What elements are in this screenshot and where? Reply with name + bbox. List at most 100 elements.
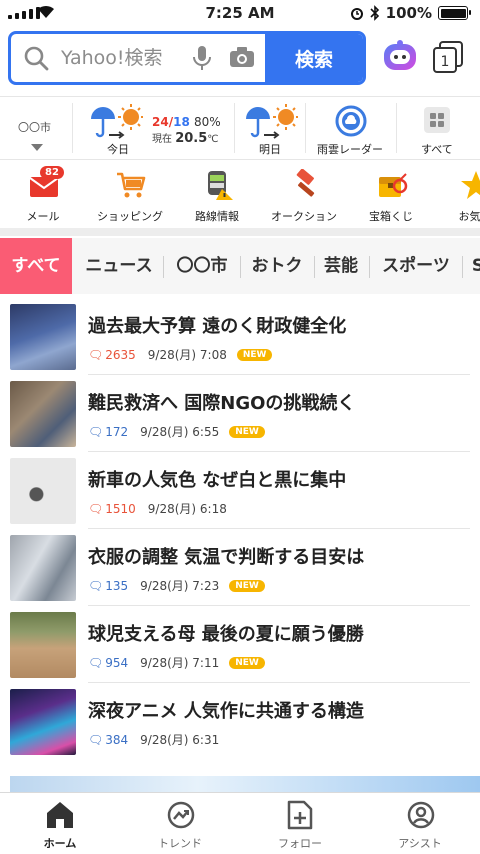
search-input[interactable]: [61, 34, 191, 82]
comment-count: 🗨 1510: [88, 501, 136, 516]
news-thumbnail: [10, 304, 76, 370]
news-thumbnail: [10, 689, 76, 755]
tab-city[interactable]: 〇〇市: [169, 238, 235, 294]
news-item[interactable]: 衣服の調整 気温で判断する目安は 🗨 135 9/28(月) 7:23 NEW: [0, 529, 480, 606]
home-icon: [47, 802, 73, 828]
news-title: 球児支える母 最後の夏に願う優勝: [88, 624, 364, 645]
section-divider: [0, 228, 480, 236]
category-tabs: すべて ニュース 〇〇市 おトク 芸能 スポーツ S: [0, 238, 480, 294]
news-date: 9/28(月) 7:08: [147, 348, 227, 362]
nav-assist[interactable]: アシスト: [360, 793, 480, 854]
comment-icon: 🗨: [88, 347, 104, 362]
tab-news[interactable]: ニュース: [79, 238, 159, 294]
news-meta: 🗨 384 9/28(月) 6:31: [88, 731, 219, 748]
comment-icon: 🗨: [88, 732, 104, 747]
new-badge: NEW: [229, 579, 265, 592]
news-date: 9/28(月) 6:18: [147, 502, 227, 516]
news-meta: 🗨 1510 9/28(月) 6:18: [88, 500, 227, 517]
today-label: 今日: [107, 143, 129, 156]
nav-label: ホーム: [43, 837, 77, 850]
nav-label: トレンド: [158, 837, 202, 850]
tomorrow-label: 明日: [259, 143, 281, 156]
bottom-navigation: ホーム トレンド フォロー アシスト: [0, 792, 480, 854]
star-icon: [461, 171, 480, 199]
comment-icon: 🗨: [88, 655, 104, 670]
news-title: 新車の人気色 なぜ白と黒に集中: [88, 470, 347, 491]
weather-all[interactable]: すべて: [397, 97, 480, 159]
radar-label: 雨雲レーダー: [317, 143, 383, 156]
grid-icon: [424, 107, 450, 133]
alarm-icon: [350, 8, 363, 20]
tab-switcher-icon[interactable]: 1: [432, 40, 464, 74]
tab-all[interactable]: すべて: [0, 238, 72, 294]
search-box: 検索: [8, 31, 366, 85]
comment-icon: 🗨: [88, 424, 104, 439]
news-item[interactable]: 深夜アニメ 人気作に共通する構造 🗨 384 9/28(月) 6:31: [0, 683, 480, 760]
news-item[interactable]: 難民救済へ 国際NGOの挑戦続く 🗨 172 9/28(月) 6:55 NEW: [0, 375, 480, 452]
bluetooth-icon: [370, 5, 379, 21]
news-date: 9/28(月) 7:11: [140, 656, 220, 670]
service-shortcuts: 82 メール ショッピング 路線情報 オークション 宝箱くじ お気に: [0, 161, 480, 227]
news-date: 9/28(月) 6:31: [140, 733, 220, 747]
search-bar: 検索 1: [8, 31, 472, 85]
comment-icon: 🗨: [88, 501, 104, 516]
news-date: 9/28(月) 6:55: [140, 425, 220, 439]
tab-more[interactable]: S: [468, 238, 480, 294]
treasure-box-icon: [379, 173, 408, 197]
status-bar: 7:25 AM 100%: [0, 0, 480, 26]
search-button[interactable]: 検索: [265, 34, 363, 82]
nav-follow[interactable]: フォロー: [240, 793, 360, 854]
gavel-icon: [296, 169, 315, 197]
tab-deals[interactable]: おトク: [245, 238, 309, 294]
radar-icon: [335, 105, 367, 137]
news-meta: 🗨 954 9/28(月) 7:11 NEW: [88, 654, 265, 671]
comment-count: 🗨 135: [88, 578, 129, 593]
news-thumbnail: [10, 458, 76, 524]
comment-count: 🗨 2635: [88, 347, 136, 362]
new-badge: NEW: [229, 656, 265, 669]
weather-tomorrow[interactable]: 明日: [235, 97, 305, 159]
chevron-down-icon: [31, 144, 43, 151]
camera-icon[interactable]: [229, 46, 255, 68]
tab-count: 1: [441, 54, 450, 70]
news-title: 難民救済へ 国際NGOの挑戦続く: [88, 393, 356, 414]
news-item[interactable]: 過去最大予算 遠のく財政健全化 🗨 2635 9/28(月) 7:08 NEW: [0, 298, 480, 375]
nav-label: フォロー: [278, 837, 322, 850]
trend-icon: [167, 801, 195, 829]
weather-today[interactable]: 今日 24/18 80% 現在 20.5℃: [73, 97, 233, 159]
user-icon: [407, 801, 435, 829]
service-favorites[interactable]: お気に: [420, 161, 480, 227]
humidity: 80%: [193, 115, 221, 129]
city-label: 〇〇市: [18, 121, 51, 134]
microphone-icon[interactable]: [191, 44, 213, 72]
umbrella-sun-icon: [91, 104, 143, 139]
news-item[interactable]: 球児支える母 最後の夏に願う優勝 🗨 954 9/28(月) 7:11 NEW: [0, 606, 480, 683]
nav-home[interactable]: ホーム: [0, 793, 120, 854]
current-temp: 現在 20.5℃: [152, 131, 219, 146]
news-thumbnail: [10, 535, 76, 601]
news-date: 9/28(月) 7:23: [140, 579, 220, 593]
service-label: お気に: [458, 210, 480, 223]
search-icon: [24, 46, 49, 71]
news-thumbnail: [10, 381, 76, 447]
temp-high: 24: [152, 115, 169, 129]
news-title: 深夜アニメ 人気作に共通する構造: [88, 701, 364, 722]
nav-label: アシスト: [398, 837, 442, 850]
news-thumbnail: [10, 612, 76, 678]
battery-percent: 100%: [385, 4, 432, 22]
today-temps: 24/18 80%: [152, 115, 221, 129]
umbrella-sun-icon: [246, 104, 298, 139]
assistant-icon[interactable]: [382, 39, 418, 75]
all-label: すべて: [421, 143, 453, 156]
shopping-cart-icon: [117, 172, 146, 198]
rain-radar[interactable]: 雨雲レーダー: [306, 97, 396, 159]
tab-sports[interactable]: スポーツ: [375, 238, 457, 294]
comment-count: 🗨 384: [88, 732, 129, 747]
city-selector[interactable]: 〇〇市: [0, 97, 72, 159]
nav-trend[interactable]: トレンド: [120, 793, 240, 854]
news-meta: 🗨 2635 9/28(月) 7:08 NEW: [88, 346, 273, 363]
tab-entertainment[interactable]: 芸能: [319, 238, 363, 294]
temp-low: 18: [173, 115, 190, 129]
news-item[interactable]: 新車の人気色 なぜ白と黒に集中 🗨 1510 9/28(月) 6:18: [0, 452, 480, 529]
comment-count: 🗨 172: [88, 424, 129, 439]
